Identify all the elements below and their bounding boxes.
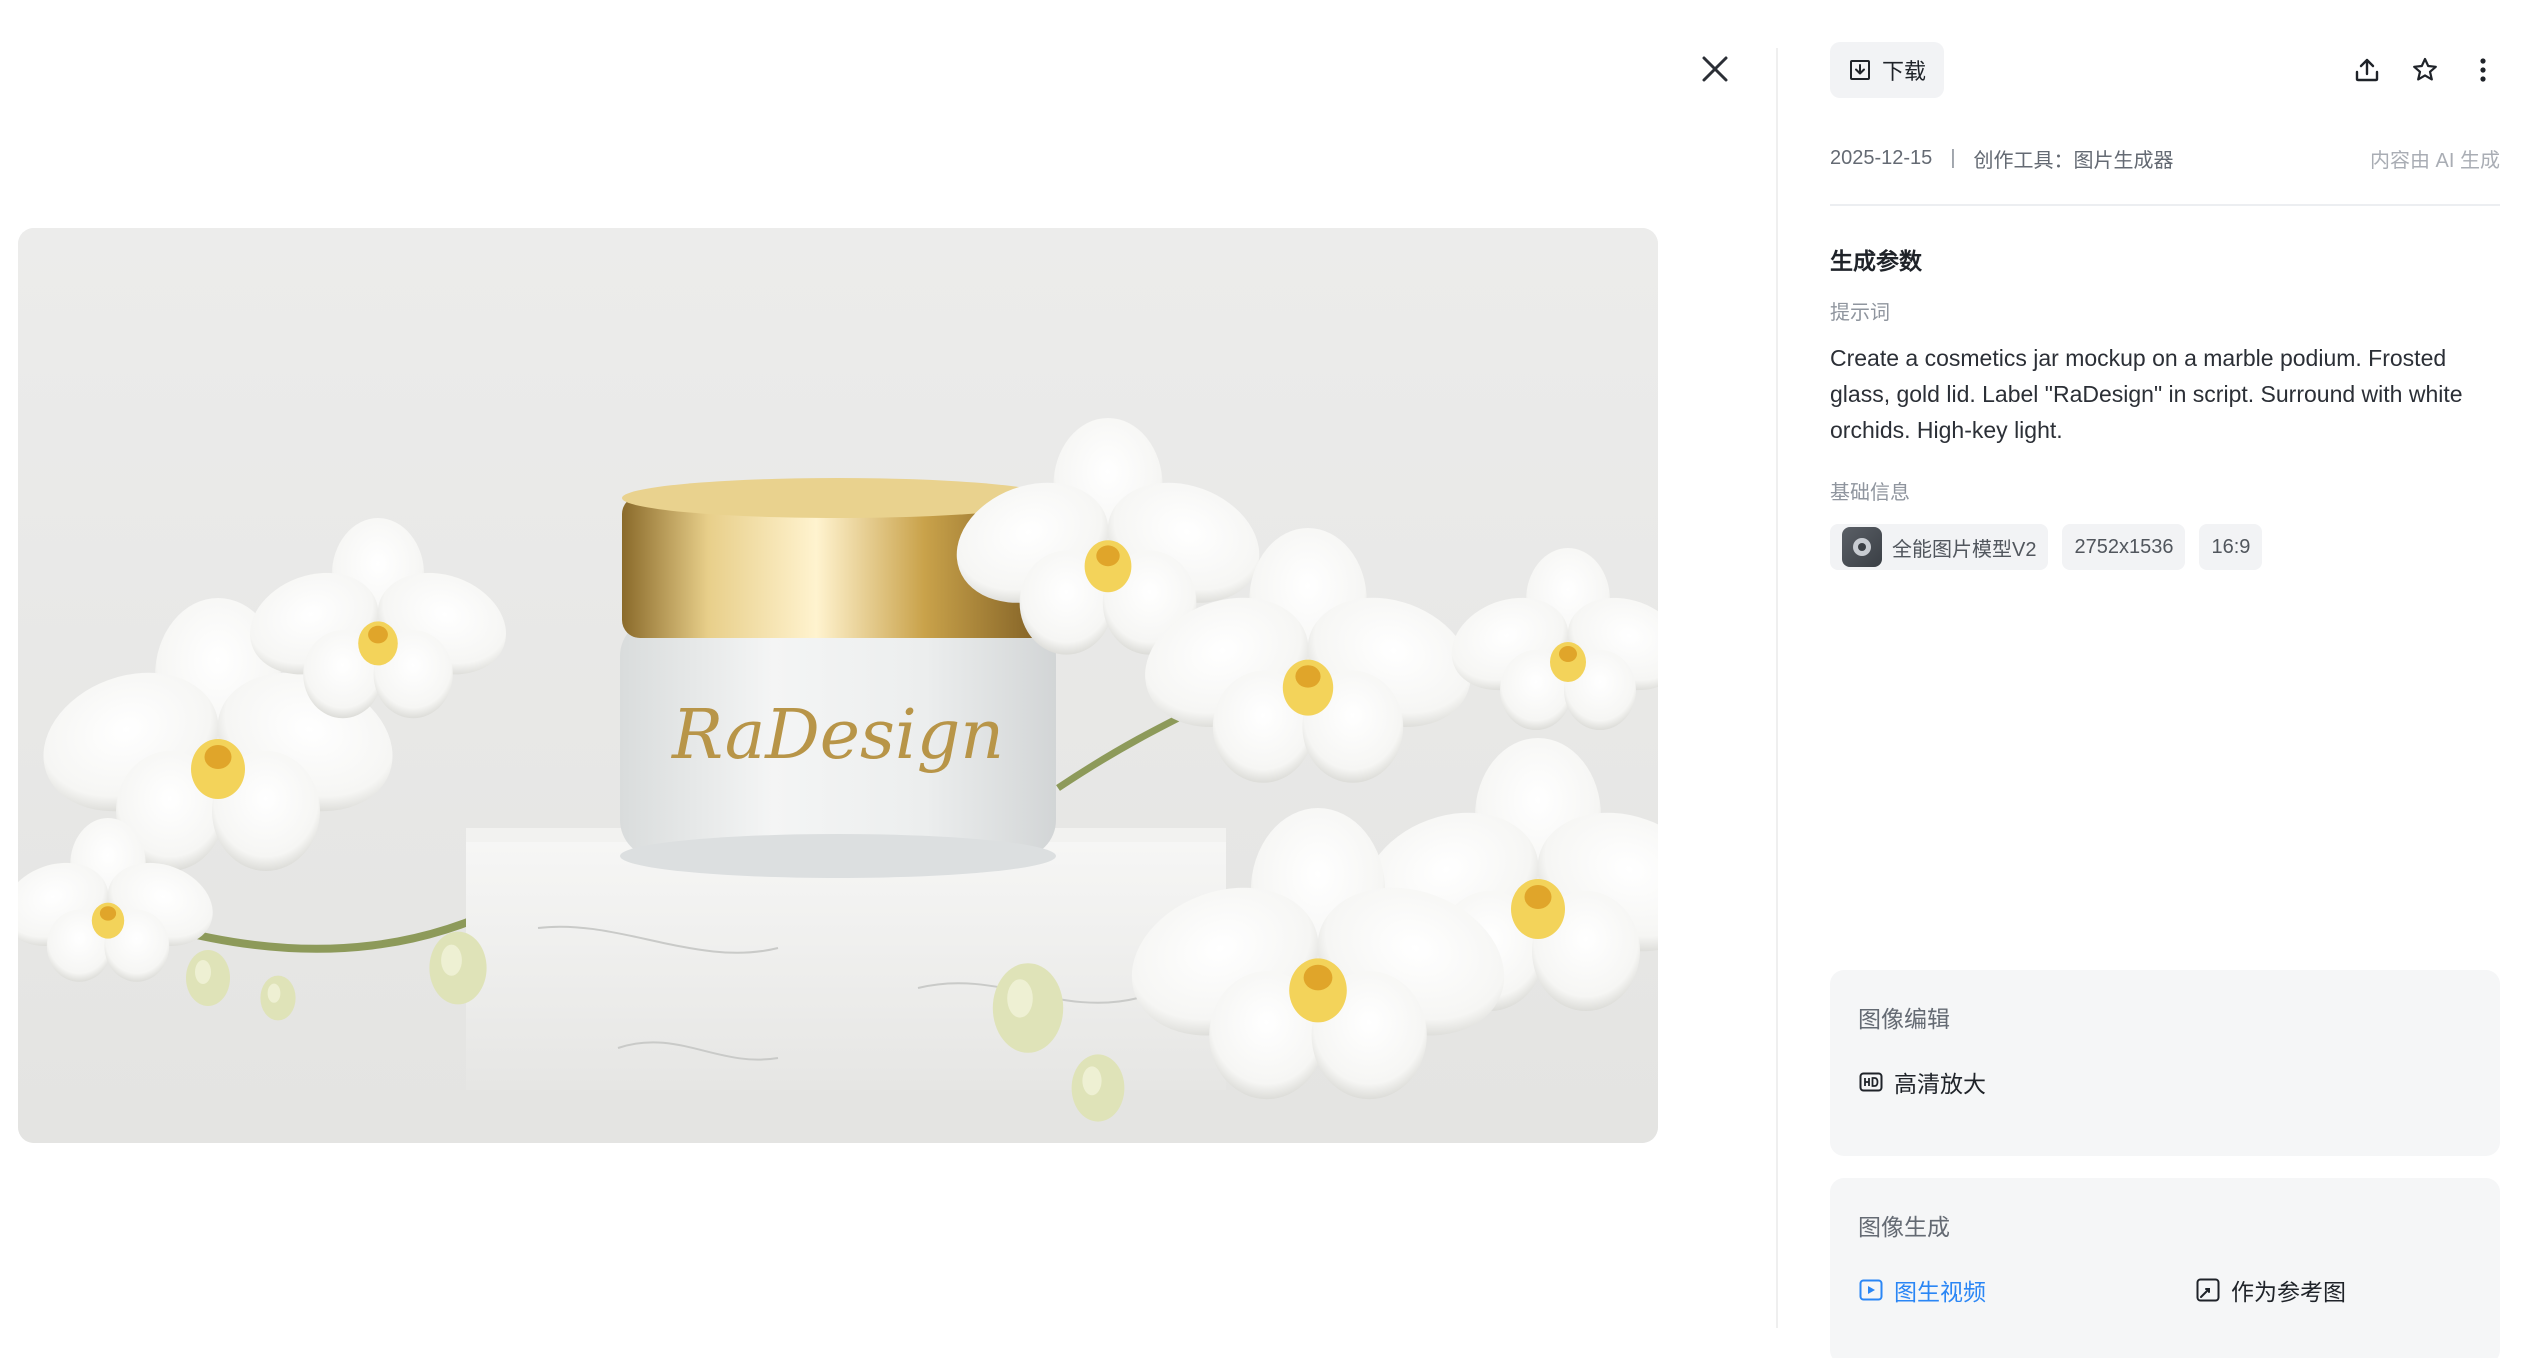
video-icon [1859, 1279, 1883, 1301]
meta-divider [1830, 204, 2500, 206]
close-icon [1702, 56, 1728, 82]
model-avatar-icon [1842, 527, 1882, 567]
resolution-tag: 2752x1536 [2062, 524, 2186, 570]
image-edit-card: 图像编辑 高清放大 [1830, 970, 2500, 1156]
ratio-tag: 16:9 [2199, 524, 2263, 570]
image-generate-title: 图像生成 [1858, 1214, 1950, 1240]
basic-info-tags: 全能图片模型V2 2752x1536 16:9 [1830, 524, 2263, 570]
image-to-video-label: 图生视频 [1894, 1279, 1986, 1305]
more-button[interactable] [2466, 53, 2500, 87]
toolbar-icons [2350, 42, 2500, 98]
share-icon [2355, 58, 2379, 82]
image-edit-title: 图像编辑 [1858, 1006, 1950, 1032]
share-button[interactable] [2350, 53, 2384, 87]
image-to-video-button[interactable]: 图生视频 [1858, 1272, 1986, 1308]
upscale-label: 高清放大 [1894, 1071, 1986, 1097]
download-icon [1850, 60, 1870, 80]
favorite-button[interactable] [2408, 53, 2442, 87]
prompt-label: 提示词 [1830, 302, 1890, 324]
use-as-reference-label: 作为参考图 [2231, 1279, 2346, 1305]
hd-icon [1859, 1072, 1883, 1092]
resolution-value: 2752x1536 [2074, 535, 2174, 558]
more-vertical-icon [2480, 58, 2486, 82]
image-detail-view: RaDesign 下载 2025-12-15 | 创作工具：图片生成器 内容由 … [0, 0, 2522, 1358]
prompt-text[interactable]: Create a cosmetics jar mockup on a marbl… [1830, 340, 2490, 448]
panel-divider [1776, 48, 1778, 1328]
jar-label-text: RaDesign [670, 696, 1004, 775]
image-generate-card: 图像生成 图生视频 作为参考图 [1830, 1178, 2500, 1358]
star-icon [2413, 57, 2437, 81]
generated-image: RaDesign [18, 228, 1658, 1143]
reference-image-icon [2196, 1278, 2220, 1302]
detail-panel: 下载 2025-12-15 | 创作工具：图片生成器 内容由 AI 生成 生成参… [1830, 0, 2500, 1358]
creation-tool: 创作工具：图片生成器 [1973, 149, 2174, 172]
meta-separator: | [1950, 146, 1956, 169]
product-photo: RaDesign [18, 228, 1658, 1143]
upscale-button[interactable]: 高清放大 [1858, 1064, 1986, 1100]
model-name: 全能图片模型V2 [1892, 538, 2037, 561]
ratio-value: 16:9 [2211, 535, 2251, 558]
model-tag: 全能图片模型V2 [1830, 524, 2049, 570]
panel-toolbar: 下载 [1830, 42, 2500, 98]
image-preview-area: RaDesign [0, 0, 1776, 1358]
created-date: 2025-12-15 [1830, 146, 1933, 169]
params-title: 生成参数 [1830, 248, 1922, 274]
use-as-reference-button[interactable]: 作为参考图 [2195, 1272, 2346, 1308]
close-button[interactable] [1690, 44, 1740, 94]
ai-generated-note: 内容由 AI 生成 [2369, 149, 2500, 172]
download-label: 下载 [1882, 59, 1927, 84]
download-button[interactable]: 下载 [1830, 42, 1945, 98]
basic-info-label: 基础信息 [1830, 482, 1910, 504]
meta-row: 2025-12-15 | 创作工具：图片生成器 内容由 AI 生成 [1830, 140, 2500, 176]
